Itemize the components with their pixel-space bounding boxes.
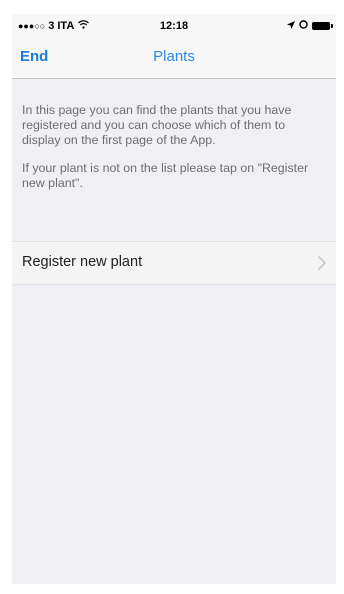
location-arrow-icon: [287, 20, 295, 32]
register-new-plant-label: Register new plant: [22, 254, 143, 270]
chevron-right-icon: [318, 256, 326, 270]
description-text: In this page you can find the plants tha…: [12, 79, 336, 191]
navigation-bar: End Plants: [12, 38, 336, 79]
description-paragraph-2: If your plant is not on the list please …: [22, 161, 309, 190]
register-new-plant-row[interactable]: Register new plant: [12, 241, 336, 285]
alarm-icon: [299, 20, 308, 32]
main-content: In this page you can find the plants tha…: [12, 79, 336, 285]
description-paragraph-1: In this page you can find the plants tha…: [22, 103, 292, 147]
status-bar: ●●●○○ 3 ITA 12:18: [12, 14, 336, 38]
page-title: Plants: [153, 48, 195, 65]
app-screen: ●●●○○ 3 ITA 12:18 End Plants In this pag…: [12, 14, 336, 584]
status-indicators: [287, 20, 333, 32]
battery-icon: [312, 22, 333, 30]
